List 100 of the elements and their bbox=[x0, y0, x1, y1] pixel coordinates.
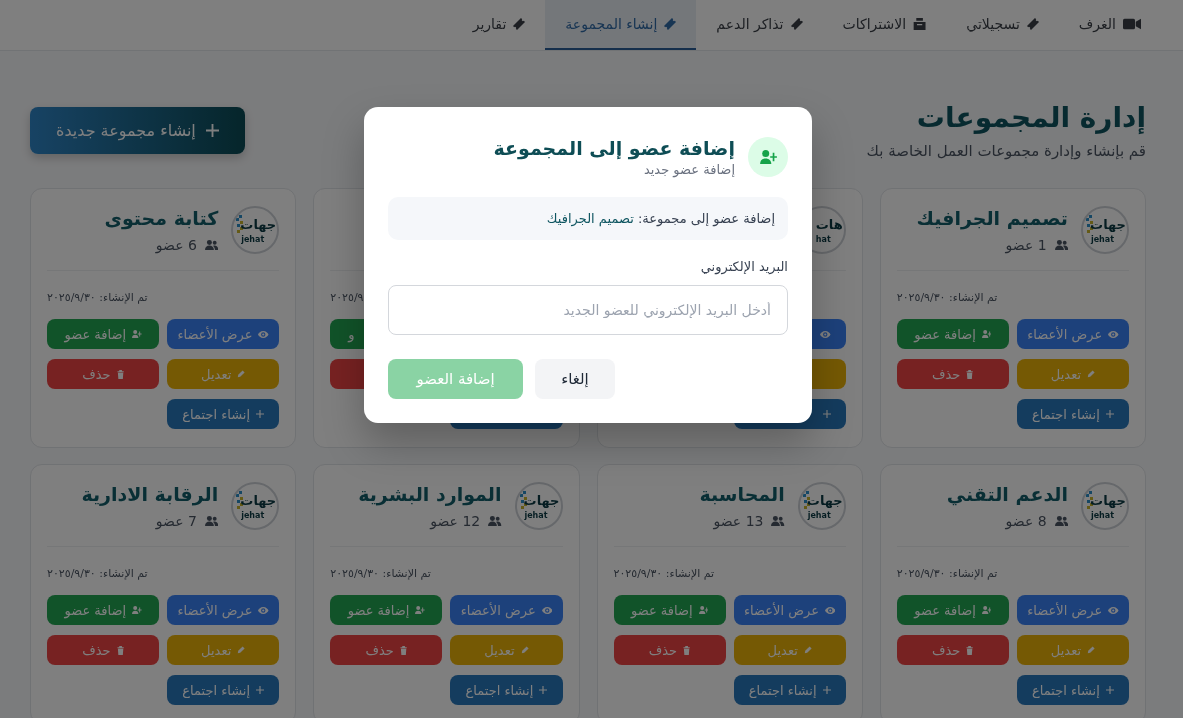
user-plus-icon bbox=[415, 606, 425, 614]
logo-wordmark: jehat bbox=[1090, 235, 1114, 244]
member-count: 7 عضو bbox=[155, 512, 197, 531]
pencil-icon bbox=[1087, 370, 1096, 378]
group-info-text: إضافة عضو إلى مجموعة: تصميم الجرافيك bbox=[388, 197, 788, 240]
user-plus-badge-icon bbox=[748, 137, 788, 177]
dialog-subtitle: إضافة عضو جديد bbox=[642, 161, 735, 179]
delete-button[interactable]: حذف bbox=[47, 359, 160, 389]
view-members-button[interactable]: عرض الأعضاء bbox=[167, 319, 280, 349]
member-count: 1 عضو bbox=[1005, 236, 1047, 255]
eye-icon bbox=[541, 606, 553, 614]
logo-wordmark: هات bbox=[815, 217, 843, 233]
trash-icon bbox=[399, 645, 408, 655]
view-members-button[interactable]: عرض الأعضاء bbox=[1016, 319, 1129, 349]
group-title: المحاسبة bbox=[699, 482, 785, 507]
created-date: تم الإنشاء: ٢٠٢٥/٩/٣٠ bbox=[896, 566, 998, 580]
logo-wordmark: jehat bbox=[241, 235, 265, 244]
create-meeting-button[interactable]: إنشاء اجتماع bbox=[733, 675, 846, 705]
nav-tab[interactable]: إنشاء المجموعة bbox=[545, 0, 697, 50]
delete-button[interactable]: حذف bbox=[47, 635, 160, 665]
ticket-icon bbox=[1026, 18, 1039, 30]
user-plus-icon bbox=[981, 330, 992, 338]
user-plus-icon bbox=[132, 330, 142, 338]
create-meeting-button[interactable]: إنشاء اجتماع bbox=[167, 675, 280, 705]
created-date: تم الإنشاء: ٢٠٢٥/٩/٣٠ bbox=[896, 290, 998, 304]
view-members-button[interactable]: عرض الأعضاء bbox=[167, 595, 280, 625]
dialog-title: إضافة عضو إلى المجموعة bbox=[493, 136, 735, 161]
created-date: تم الإنشاء: ٢٠٢٥/٩/٣٠ bbox=[613, 566, 715, 580]
group-title: الدعم التقني bbox=[946, 482, 1068, 507]
eye-icon bbox=[824, 606, 836, 614]
delete-button[interactable]: حذف bbox=[330, 635, 443, 665]
edit-button[interactable]: تعديل bbox=[1016, 635, 1129, 665]
group-title: كتابة محتوى bbox=[104, 206, 219, 231]
trash-icon bbox=[966, 369, 974, 379]
logo-wordmark: hat bbox=[815, 235, 831, 244]
delete-button[interactable]: حذف bbox=[613, 635, 726, 665]
logo-wordmark: jehat bbox=[807, 511, 831, 520]
logo-wordmark: جهات bbox=[240, 217, 277, 233]
logo-wordmark: jehat bbox=[1090, 511, 1114, 520]
eye-icon bbox=[820, 330, 831, 338]
trash-icon bbox=[683, 645, 691, 655]
created-date: تم الإنشاء: ٢٠٢٥/٩/٣٠ bbox=[47, 566, 148, 580]
add-member-button[interactable]: إضافة عضو bbox=[896, 595, 1009, 625]
users-icon bbox=[204, 240, 219, 250]
users-icon bbox=[488, 516, 502, 526]
view-members-button[interactable]: عرض الأعضاء bbox=[450, 595, 563, 625]
view-members-button[interactable]: عرض الأعضاء bbox=[1016, 595, 1129, 625]
create-meeting-button[interactable]: إنشاء اجتماع bbox=[1016, 399, 1129, 429]
create-meeting-button[interactable]: إنشاء اجتماع bbox=[450, 675, 563, 705]
ticket-icon bbox=[513, 18, 526, 30]
pencil-icon bbox=[1087, 646, 1096, 654]
edit-button[interactable]: تعديل bbox=[450, 635, 563, 665]
view-members-button[interactable]: عرض الأعضاء bbox=[733, 595, 846, 625]
dot-pattern-icon bbox=[1086, 491, 1093, 509]
nav-tab[interactable]: الغرف bbox=[1058, 0, 1161, 50]
add-member-button[interactable]: إضافة عضو bbox=[330, 595, 443, 625]
delete-button[interactable]: حذف bbox=[896, 635, 1009, 665]
logo-wordmark: جهات bbox=[523, 493, 560, 509]
nav-tab[interactable]: الاشتراكات bbox=[822, 0, 947, 50]
add-member-button[interactable]: إضافة عضو bbox=[47, 319, 160, 349]
eye-icon bbox=[258, 330, 269, 338]
nav-tab[interactable]: تذاكر الدعم bbox=[696, 0, 823, 50]
cancel-button[interactable]: إلغاء bbox=[535, 359, 615, 399]
plus-icon bbox=[1105, 410, 1114, 418]
plus-icon bbox=[822, 410, 831, 418]
logo-wordmark: جهات bbox=[1090, 217, 1126, 233]
users-icon bbox=[771, 516, 785, 526]
logo-wordmark: جهات bbox=[1090, 493, 1126, 509]
plus-icon bbox=[822, 686, 831, 694]
edit-button[interactable]: تعديل bbox=[167, 359, 280, 389]
create-group-button[interactable]: إنشاء مجموعة جديدة bbox=[30, 106, 245, 154]
edit-button[interactable]: تعديل bbox=[167, 635, 280, 665]
eye-icon bbox=[1108, 606, 1119, 614]
add-member-button[interactable]: إضافة عضو bbox=[896, 319, 1009, 349]
edit-button[interactable]: تعديل bbox=[1016, 359, 1129, 389]
cash-box-icon bbox=[913, 18, 927, 30]
nav-tab[interactable]: تسجيلاتي bbox=[946, 0, 1059, 50]
plus-icon bbox=[256, 410, 265, 418]
member-count: 6 عضو bbox=[155, 236, 197, 255]
group-title: الرقابة الادارية bbox=[81, 482, 219, 507]
dot-pattern-icon bbox=[1086, 215, 1093, 233]
plus-icon bbox=[205, 123, 219, 137]
create-meeting-button[interactable]: إنشاء اجتماع bbox=[167, 399, 280, 429]
users-icon bbox=[204, 516, 219, 526]
users-icon bbox=[1054, 240, 1068, 250]
add-member-button[interactable]: إضافة عضو bbox=[613, 595, 726, 625]
delete-button[interactable]: حذف bbox=[896, 359, 1009, 389]
nav-tab[interactable]: تقارير bbox=[452, 0, 546, 50]
member-count: 13 عضو bbox=[713, 512, 764, 531]
users-icon bbox=[1054, 516, 1068, 526]
add-member-button[interactable]: إضافة عضو bbox=[47, 595, 160, 625]
create-meeting-button[interactable]: إنشاء اجتماع bbox=[1016, 675, 1129, 705]
email-label: البريد الإلكتروني bbox=[699, 258, 788, 277]
group-title: الموارد البشرية bbox=[358, 482, 502, 507]
pencil-icon bbox=[237, 370, 246, 378]
edit-button[interactable]: تعديل bbox=[733, 635, 846, 665]
plus-icon bbox=[1105, 686, 1114, 694]
user-plus-icon bbox=[132, 606, 142, 614]
created-date: ٢٠٢٥/٩ bbox=[330, 290, 364, 304]
ticket-icon bbox=[664, 18, 677, 30]
